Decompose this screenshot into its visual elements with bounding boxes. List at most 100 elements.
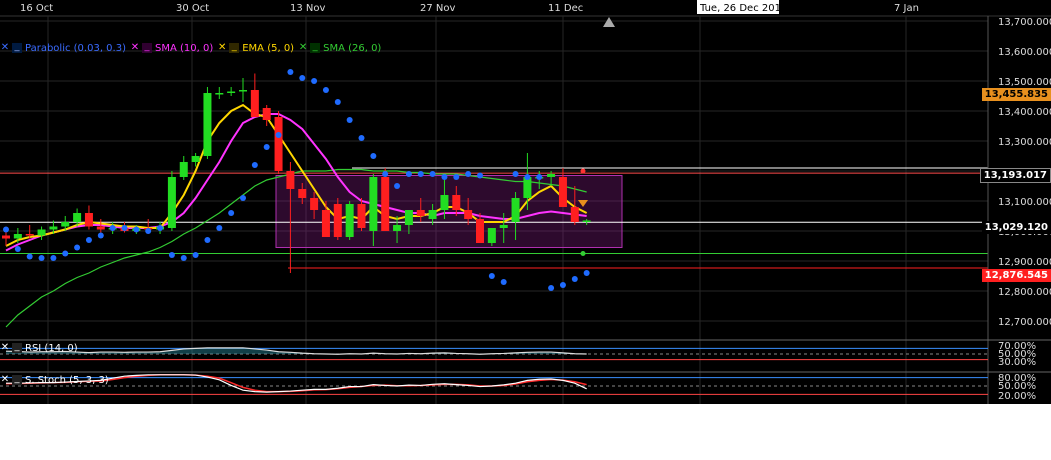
parabolic-sar-dot [334,99,341,105]
price-badge-lower: 12,876.545 [981,269,1051,282]
y-tick-label: 13,700.000 [998,17,1051,28]
parabolic-sar-dot [74,244,81,251]
collapse-indicator-icon[interactable]: _ [12,374,22,385]
remove-indicator-icon[interactable]: ✕ [217,43,227,53]
legend-item-sma26[interactable]: ✕ _ SMA (26, 0) [298,42,382,54]
collapse-indicator-icon[interactable]: _ [12,342,22,353]
parabolic-sar-dot [180,255,187,261]
candle-body [179,162,188,177]
parabolic-sar-dot [382,171,389,177]
collapse-indicator-icon[interactable]: _ [141,42,152,53]
parabolic-sar-dot [583,270,590,276]
candle-body [84,213,93,227]
legend-label: Parabolic (0.03, 0.3) [25,42,126,54]
parabolic-sar-dot [97,232,104,239]
y-tick-label: 12,900.000 [998,257,1051,268]
parabolic-sar-dot [263,144,270,150]
parabolic-sar-dot [488,273,495,279]
candle-body [345,204,354,237]
candle-body [570,207,579,222]
legend-label: SMA (26, 0) [323,42,382,54]
candle-body [250,90,259,117]
price-badge-current: 13,029.120 [981,221,1051,234]
candle-body [582,220,591,222]
parabolic-sar-dot [358,135,365,141]
candle-body [49,226,58,230]
remove-indicator-icon[interactable]: ✕ [0,43,10,53]
parabolic-sar-dot [465,171,472,177]
parabolic-sar-dot [370,153,377,159]
price-chart-canvas[interactable]: 12,700.00012,800.00012,900.00013,000.000… [0,0,1051,404]
parabolic-sar-dot [394,183,401,189]
collapse-indicator-icon[interactable]: _ [12,42,22,53]
candle-body [547,174,556,177]
candle-body [274,117,283,171]
legend-item-ema5[interactable]: ✕ _ EMA (5, 0) [217,42,295,54]
candle-body [96,226,105,230]
legend-label: EMA (5, 0) [242,42,295,54]
parabolic-sar-dot [251,162,258,168]
parabolic-sar-dot [441,174,448,180]
parabolic-sar-dot [216,225,223,231]
remove-indicator-icon[interactable]: ✕ [0,343,10,353]
parabolic-sar-dot [121,225,128,231]
parabolic-sar-dot [240,195,246,201]
candle-body [239,90,247,92]
candle-body [13,234,22,239]
legend-label: SMA (10, 0) [154,42,214,54]
parabolic-sar-dot [299,75,306,81]
x-tick-label: 27 Nov [420,3,456,14]
x-tick-label: 16 Oct [20,3,53,14]
parabolic-sar-dot [204,237,211,243]
stoch-legend: ✕ _ S. Stoch (5, 3, 3) [0,373,109,387]
remove-indicator-icon[interactable]: ✕ [298,43,308,53]
candle-body [452,195,461,210]
candle-body [369,177,378,231]
y-tick-label: 13,400.000 [998,107,1051,118]
parabolic-sar-dot [477,172,483,179]
parabolic-sar-dot [453,174,460,180]
x-tick-label: 11 Dec [548,3,583,14]
candle-body [73,213,82,222]
candle-body [286,171,295,189]
scroll-up-icon [603,17,615,27]
parabolic-sar-dot [571,276,578,282]
parabolic-sar-dot [14,246,21,252]
parabolic-sar-dot [548,285,555,291]
price-badge-resistance: 13,193.017 [979,168,1051,183]
candle-body [523,177,532,198]
candle-body [37,229,46,236]
collapse-indicator-icon[interactable]: _ [310,42,321,53]
parabolic-sar-dot [322,87,329,93]
collapse-indicator-icon[interactable]: _ [229,42,240,53]
parabolic-sar-dot [85,237,92,243]
parabolic-sar-dot [429,171,436,177]
candle-body [511,198,520,222]
parabolic-sar-dot [536,174,543,180]
x-tick-label: 7 Jan [894,3,919,14]
parabolic-sar-dot [346,117,353,123]
candle-body [464,210,473,219]
parabolic-sar-dot [26,253,33,260]
legend-item-sma10[interactable]: ✕ _ SMA (10, 0) [130,42,214,54]
remove-indicator-icon[interactable]: ✕ [130,43,140,53]
parabolic-sar-dot [3,226,9,233]
parabolic-sar-dot [311,78,318,84]
parabolic-sar-dot [157,225,164,231]
x-tick-label: 30 Oct [176,3,209,14]
candle-body [2,235,10,239]
rsi-legend: ✕ _ RSI (14, 0) [0,341,78,355]
parabolic-sar-dot [405,171,412,177]
y-tick-label: 13,300.000 [998,137,1051,148]
remove-indicator-icon[interactable]: ✕ [0,375,10,385]
legend-item-parabolic[interactable]: ✕ _ Parabolic (0.03, 0.3) [0,42,126,54]
parabolic-sar-dot [228,210,235,216]
trading-chart[interactable]: 12,700.00012,800.00012,900.00013,000.000… [0,0,1051,404]
y-tick-label: 12,800.000 [998,287,1051,298]
candle-body [381,177,390,231]
candle-body [321,210,330,237]
stoch-level-label: 20.00% [998,391,1036,402]
candle-body [333,204,342,237]
candle-body [25,234,34,236]
parabolic-sar-dot [62,250,69,257]
